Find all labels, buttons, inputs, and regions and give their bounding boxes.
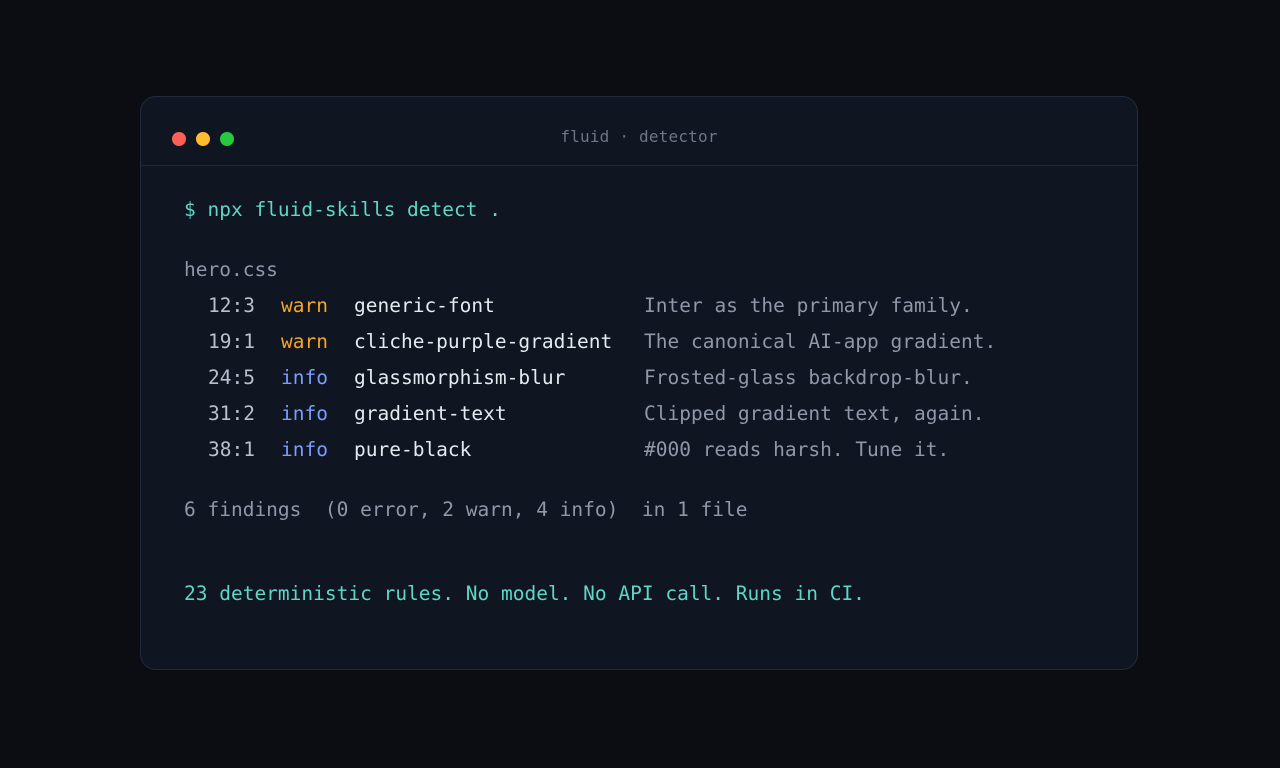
window-title: fluid · detector <box>560 127 718 146</box>
finding-message: The canonical AI-app gradient. <box>644 330 997 353</box>
terminal-window: fluid · detector $ npx fluid-skills dete… <box>140 96 1138 670</box>
finding-message: Clipped gradient text, again. <box>644 402 985 425</box>
finding-location: 31:2 <box>208 402 255 425</box>
title-bar: fluid · detector <box>141 97 1137 166</box>
finding-message: Inter as the primary family. <box>644 294 973 317</box>
findings-summary: 6 findings (0 error, 2 warn, 4 info) in … <box>184 498 748 521</box>
file-name: hero.css <box>184 258 278 281</box>
finding-message: #000 reads harsh. Tune it. <box>644 438 950 461</box>
finding-rule: generic-font <box>354 294 495 317</box>
finding-level: warn <box>281 330 328 353</box>
tagline: 23 deterministic rules. No model. No API… <box>184 582 865 605</box>
finding-location: 38:1 <box>208 438 255 461</box>
finding-rule: pure-black <box>354 438 472 461</box>
finding-level: info <box>281 402 328 425</box>
command-line: $ npx fluid-skills detect . <box>184 198 501 221</box>
finding-level: info <box>281 366 328 389</box>
terminal-output: $ npx fluid-skills detect . hero.css 12:… <box>184 97 996 605</box>
finding-location: 19:1 <box>208 330 255 353</box>
finding-location: 12:3 <box>208 294 255 317</box>
finding-rule: cliche-purple-gradient <box>354 330 613 353</box>
finding-rule: glassmorphism-blur <box>354 366 566 389</box>
finding-location: 24:5 <box>208 366 255 389</box>
finding-level: info <box>281 438 328 461</box>
finding-level: warn <box>281 294 328 317</box>
finding-rule: gradient-text <box>354 402 507 425</box>
finding-message: Frosted-glass backdrop-blur. <box>644 366 973 389</box>
